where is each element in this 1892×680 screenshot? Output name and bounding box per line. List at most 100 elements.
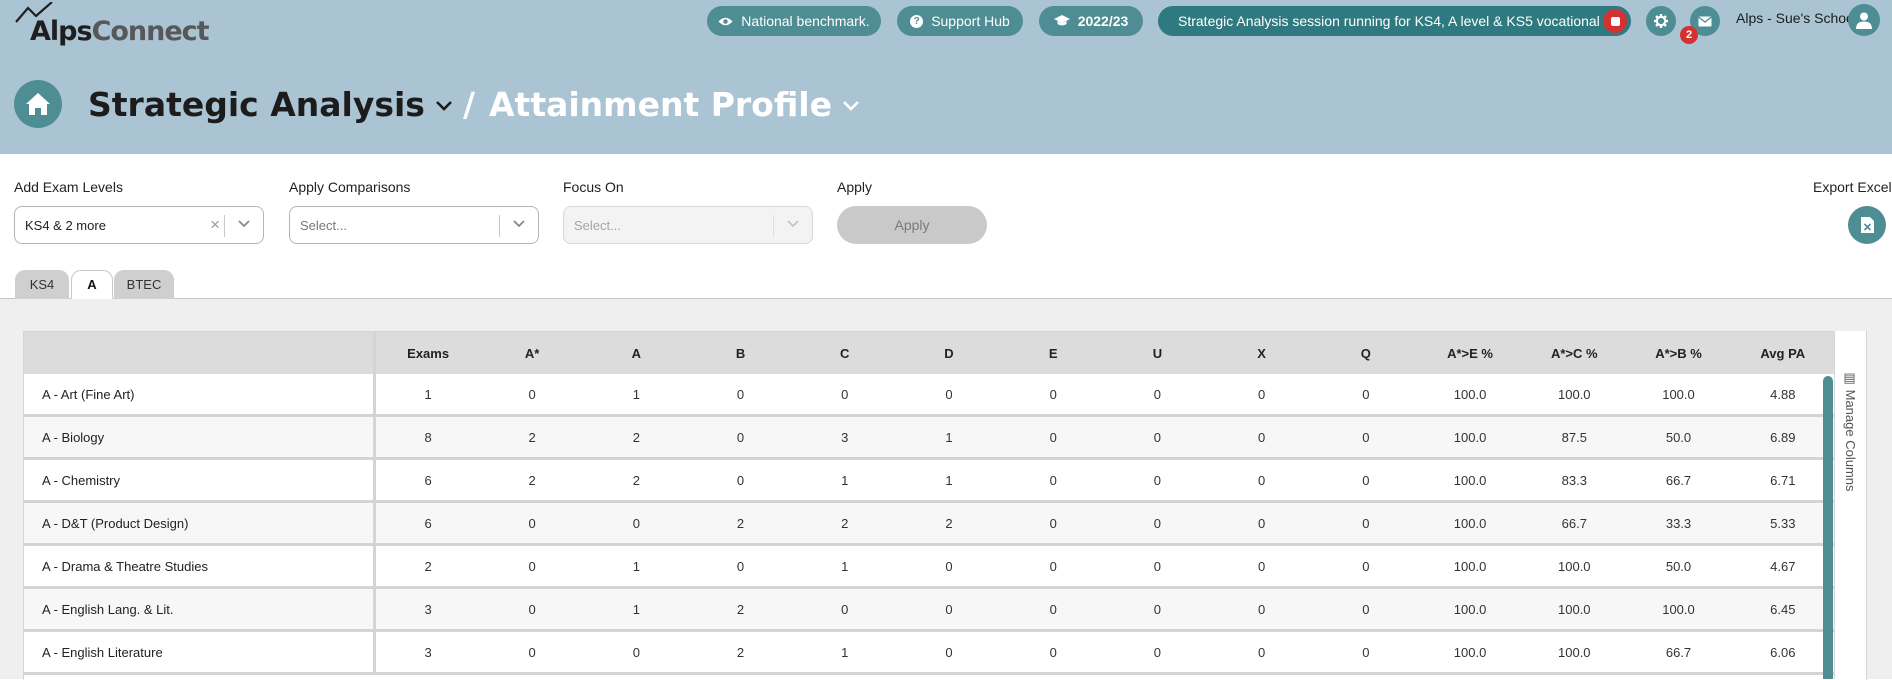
select-divider (773, 215, 774, 237)
national-benchmark-button[interactable]: National benchmark. (707, 6, 881, 36)
value-cell: 0 (896, 630, 1002, 675)
value-cell: 0 (1105, 630, 1210, 675)
column-header[interactable]: B (688, 332, 793, 374)
top-header: AlpsConnect National benchmark. ? Suppor… (0, 0, 1892, 154)
value-cell: 2 (896, 501, 1002, 546)
value-cell: 83.3 (1522, 458, 1627, 503)
value-cell: 0 (792, 374, 897, 417)
table-row: A - Biology 8 2 2 0 3 1 0 0 0 0 100.0 87.5 50.0 6.89 (24, 415, 1835, 460)
value-cell: 33.3 (1626, 501, 1731, 546)
value-cell: 100.0 (1417, 501, 1523, 546)
tab-btec[interactable]: BTEC (114, 270, 174, 299)
column-header[interactable]: U (1105, 332, 1210, 374)
value-cell: 2 (584, 458, 689, 503)
value-cell: 0 (1001, 544, 1106, 589)
value-cell: 50.0 (1626, 544, 1731, 589)
home-button[interactable] (14, 80, 62, 128)
value-cell: 0 (1209, 630, 1314, 675)
support-hub-button[interactable]: ? Support Hub (897, 6, 1023, 36)
focus-on-label: Focus On (563, 179, 624, 195)
subject-name-cell: A - English Lang. & Lit. (24, 587, 377, 632)
chevron-down-icon[interactable] (435, 100, 453, 112)
value-cell: 1 (896, 415, 1002, 460)
exam-levels-label: Add Exam Levels (14, 179, 123, 195)
stop-icon (1610, 16, 1620, 26)
value-cell: 100.0 (1417, 458, 1523, 503)
value-cell: 0 (1001, 415, 1106, 460)
focus-on-select[interactable]: Select... (563, 206, 813, 244)
export-excel-button[interactable] (1848, 206, 1886, 244)
value-cell: 0 (1209, 374, 1314, 417)
column-header[interactable]: Q (1313, 332, 1418, 374)
value-cell: 0 (1209, 458, 1314, 503)
user-account-button[interactable] (1848, 4, 1880, 36)
value-cell: 66.7 (1522, 501, 1627, 546)
value-cell: 0 (688, 415, 793, 460)
value-cell: 0 (1105, 587, 1210, 632)
question-icon: ? (910, 14, 924, 28)
table-row: A - English Literature 3 0 0 2 1 0 0 0 0 0 100.0 100… (24, 630, 1835, 675)
academic-year-label: 2022/23 (1077, 13, 1129, 29)
value-cell: 0 (479, 587, 585, 632)
chevron-down-icon[interactable] (842, 100, 860, 112)
value-cell: 6.89 (1730, 415, 1835, 460)
manage-columns-panel[interactable]: ▤ Manage Columns (1834, 331, 1866, 679)
exam-levels-select[interactable]: KS4 & 2 more × (14, 206, 264, 244)
column-header[interactable]: D (896, 332, 1002, 374)
apply-comparisons-select[interactable]: Select... (289, 206, 539, 244)
value-cell: 0 (479, 501, 585, 546)
academic-year-button[interactable]: 2022/23 (1039, 6, 1143, 36)
value-cell: 0 (1105, 415, 1210, 460)
value-cell: 2 (479, 415, 585, 460)
breadcrumb-separator: / (462, 84, 476, 124)
breadcrumb: Strategic Analysis / Attainment Profile (88, 80, 860, 128)
breadcrumb-strategic-analysis[interactable]: Strategic Analysis (88, 85, 425, 124)
value-cell: 0 (1209, 415, 1314, 460)
value-cell: 0 (1105, 458, 1210, 503)
column-header[interactable]: A* (479, 332, 585, 374)
value-cell: 0 (1209, 501, 1314, 546)
vertical-scrollbar[interactable] (1823, 376, 1833, 679)
value-cell: 0 (792, 587, 897, 632)
value-cell: 2 (479, 458, 585, 503)
value-cell: 1 (792, 458, 897, 503)
column-header[interactable]: X (1209, 332, 1314, 374)
value-cell: 0 (896, 544, 1002, 589)
clear-icon[interactable]: × (210, 215, 220, 235)
value-cell: 0 (896, 374, 1002, 417)
table-row: A - Art (Fine Art) 1 0 1 0 0 0 0 0 0 0 100.0 100.0 10… (24, 374, 1835, 417)
breadcrumb-attainment-profile[interactable]: Attainment Profile (489, 85, 832, 124)
chevron-down-icon (787, 220, 799, 228)
value-cell: 2 (584, 415, 689, 460)
value-cell: 0 (688, 458, 793, 503)
value-cell: 6 (374, 501, 480, 546)
column-header[interactable]: C (792, 332, 897, 374)
column-header[interactable]: A*>E % (1417, 332, 1523, 374)
column-header[interactable]: E (1001, 332, 1106, 374)
tab-a-level[interactable]: A (71, 270, 113, 299)
column-header[interactable]: A (584, 332, 689, 374)
column-header-subject[interactable] (24, 332, 377, 374)
column-header[interactable]: A*>C % (1522, 332, 1627, 374)
value-cell: 0 (688, 544, 793, 589)
select-divider (224, 215, 225, 237)
tab-ks4[interactable]: KS4 (15, 270, 69, 299)
subject-name-cell: A - Biology (24, 415, 377, 460)
school-name: Alps - Sue's School (1736, 10, 1857, 26)
graduation-cap-icon (1053, 15, 1070, 26)
column-header[interactable]: A*>B % (1626, 332, 1731, 374)
chevron-down-icon[interactable] (237, 219, 251, 229)
column-header[interactable]: Exams (374, 332, 480, 374)
value-cell: 0 (896, 587, 1002, 632)
value-cell: 0 (1001, 458, 1106, 503)
stop-session-button[interactable] (1603, 9, 1627, 33)
chevron-down-icon[interactable] (512, 219, 526, 229)
value-cell: 0 (1001, 587, 1106, 632)
apply-button[interactable]: Apply (837, 206, 987, 244)
column-header[interactable]: Avg PA (1730, 332, 1835, 374)
value-cell: 5.33 (1730, 501, 1835, 546)
value-cell: 0 (1001, 501, 1106, 546)
settings-button[interactable] (1646, 6, 1676, 36)
value-cell: 1 (584, 544, 689, 589)
national-benchmark-label: National benchmark. (741, 13, 870, 29)
